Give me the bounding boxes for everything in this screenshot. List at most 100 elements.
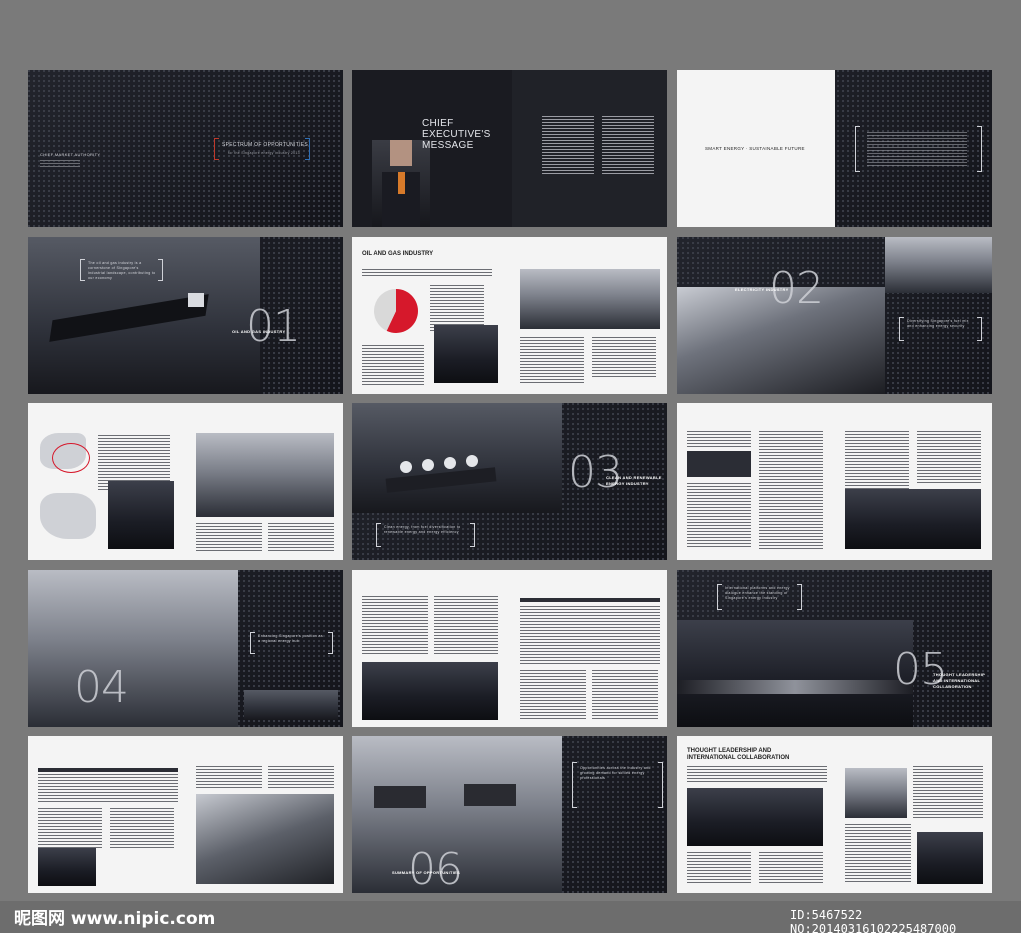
- table-body: [38, 774, 178, 802]
- lng-dome: [422, 459, 434, 471]
- spread-summary-table: [28, 736, 343, 893]
- spread-tagline: SMART ENERGY · SUSTAINABLE FUTURE: [677, 70, 992, 227]
- refinery-photo: [520, 269, 660, 329]
- ceo-portrait: [372, 140, 430, 227]
- text-2: [434, 596, 498, 656]
- spread-02: 02 ELECTRICITY INDUSTRY Diversifying Sin…: [677, 237, 992, 394]
- section-title-01: OIL AND GAS INDUSTRY: [232, 329, 286, 334]
- bracket-left: [250, 632, 255, 654]
- oil-field-photo: [687, 788, 823, 846]
- text-4: [592, 670, 658, 720]
- ceo-text-col-1: [542, 116, 594, 176]
- bracket-right: [977, 317, 982, 341]
- bracket-right: [797, 584, 802, 610]
- body-text-1: [362, 345, 424, 387]
- text-5: [917, 431, 981, 483]
- cover-title: SPECTRUM OF OPPORTUNITIES: [222, 142, 309, 148]
- tagline-contents: [867, 132, 967, 166]
- body-text-2: [268, 523, 334, 551]
- lng-terminal-photo: [352, 403, 562, 513]
- quote-02: Diversifying Singapore's fuel mix and en…: [907, 319, 969, 328]
- cover-org: CHIEF MARKET AUTHORITY: [40, 152, 101, 157]
- section-number-04: 04: [74, 662, 129, 713]
- red-bracket: [214, 138, 219, 160]
- tagline-text: SMART ENERGY · SUSTAINABLE FUTURE: [705, 146, 805, 151]
- highlight-box: [687, 451, 751, 477]
- text-3: [913, 766, 983, 818]
- text-2: [759, 852, 823, 884]
- night-port-photo: [677, 620, 913, 727]
- section-title-05: THOUGHT LEADERSHIP AND INTERNATIONAL COL…: [933, 672, 985, 689]
- tanker-hull: [49, 294, 209, 342]
- cover-org-lines: [40, 160, 80, 168]
- intro-text: [687, 766, 827, 784]
- engineer-photo: [845, 768, 907, 818]
- ceo-tie: [398, 172, 405, 194]
- dump-truck: [464, 784, 516, 806]
- table-body: [520, 606, 660, 666]
- text-1: [362, 596, 428, 656]
- body-text-1: [196, 523, 262, 551]
- thought-leadership-heading: THOUGHT LEADERSHIP AND INTERNATIONAL COL…: [687, 748, 790, 761]
- watermark-site: 昵图网 www.nipic.com: [14, 909, 216, 929]
- watermark-id: ID:5467522 NO:20140316102225487000: [790, 908, 957, 933]
- spread-03: 03 CLEAN AND RENEWABLE ENERGY INDUSTRY C…: [352, 403, 667, 560]
- intro-text: [362, 269, 492, 278]
- bracket-right: [658, 762, 663, 808]
- container-ship-photo: [244, 690, 338, 720]
- section-number-06: 06: [408, 844, 463, 893]
- offshore-platform-photo: [917, 832, 983, 884]
- worker-photo: [38, 848, 96, 886]
- section-number-01: 01: [246, 301, 301, 352]
- ceo-face-blurred: [390, 140, 412, 166]
- text-3: [196, 766, 262, 788]
- spread-05: International platforms and energy dialo…: [677, 570, 992, 727]
- spread-oil-gas: OIL AND GAS INDUSTRY: [352, 237, 667, 394]
- spread-map: [28, 403, 343, 560]
- bracket-right: [328, 632, 333, 654]
- tagline-bracket-left: [855, 126, 860, 172]
- body-text-3: [592, 337, 656, 377]
- control-room-photo: [196, 794, 334, 884]
- quote-05: International platforms and energy dialo…: [725, 586, 790, 600]
- spread-thought-leadership: THOUGHT LEADERSHIP AND INTERNATIONAL COL…: [677, 736, 992, 893]
- ceo-text-col-2: [602, 116, 654, 176]
- text-4: [268, 766, 334, 788]
- section-title-06: SUMMARY OF OPPORTUNITIES: [392, 870, 461, 875]
- offshore-rig-photo: [845, 489, 981, 549]
- water-reflection: [677, 680, 913, 694]
- text-4: [845, 824, 911, 884]
- tagline-bracket-right: [977, 126, 982, 172]
- pie-chart: [374, 289, 418, 333]
- bracket-left: [376, 523, 381, 547]
- engineer-photo: [108, 481, 174, 549]
- pumpjack-photo: [434, 325, 498, 383]
- dump-truck: [374, 786, 426, 808]
- section-title-02: ELECTRICITY INDUSTRY: [735, 287, 789, 292]
- text-1: [687, 431, 751, 447]
- text-2: [687, 483, 751, 549]
- spread-01: The oil and gas industry is a cornerston…: [28, 237, 343, 394]
- spread-06: 06 SUMMARY OF OPPORTUNITIES Opportunitie…: [352, 736, 667, 893]
- ceo-title: CHIEF EXECUTIVE'S MESSAGE: [422, 118, 491, 151]
- quote-01: The oil and gas industry is a cornerston…: [88, 261, 156, 280]
- lng-dome: [444, 457, 456, 469]
- bracket-left: [80, 259, 85, 281]
- spread-04: 04 Enhancing Singapore's position as a r…: [28, 570, 343, 727]
- workers-photo: [885, 237, 992, 293]
- table-header: [520, 598, 660, 602]
- spread-cover: CHIEF MARKET AUTHORITY SPECTRUM OF OPPOR…: [28, 70, 343, 227]
- bracket-left: [572, 762, 577, 808]
- text-1: [687, 852, 751, 884]
- spread-text-table: [352, 570, 667, 727]
- quote-03: Clean energy, from fuel diversification …: [384, 525, 461, 534]
- table-header: [38, 768, 178, 772]
- bracket-left: [899, 317, 904, 341]
- text-2: [110, 808, 174, 848]
- section-title-03: CLEAN AND RENEWABLE ENERGY INDUSTRY: [606, 475, 662, 486]
- spread-clean-energy: [677, 403, 992, 560]
- tank-farm-photo: [196, 433, 334, 517]
- tanker-bridge: [188, 293, 204, 307]
- text-1: [38, 808, 102, 848]
- quote-04: Enhancing Singapore's position as a regi…: [258, 634, 323, 643]
